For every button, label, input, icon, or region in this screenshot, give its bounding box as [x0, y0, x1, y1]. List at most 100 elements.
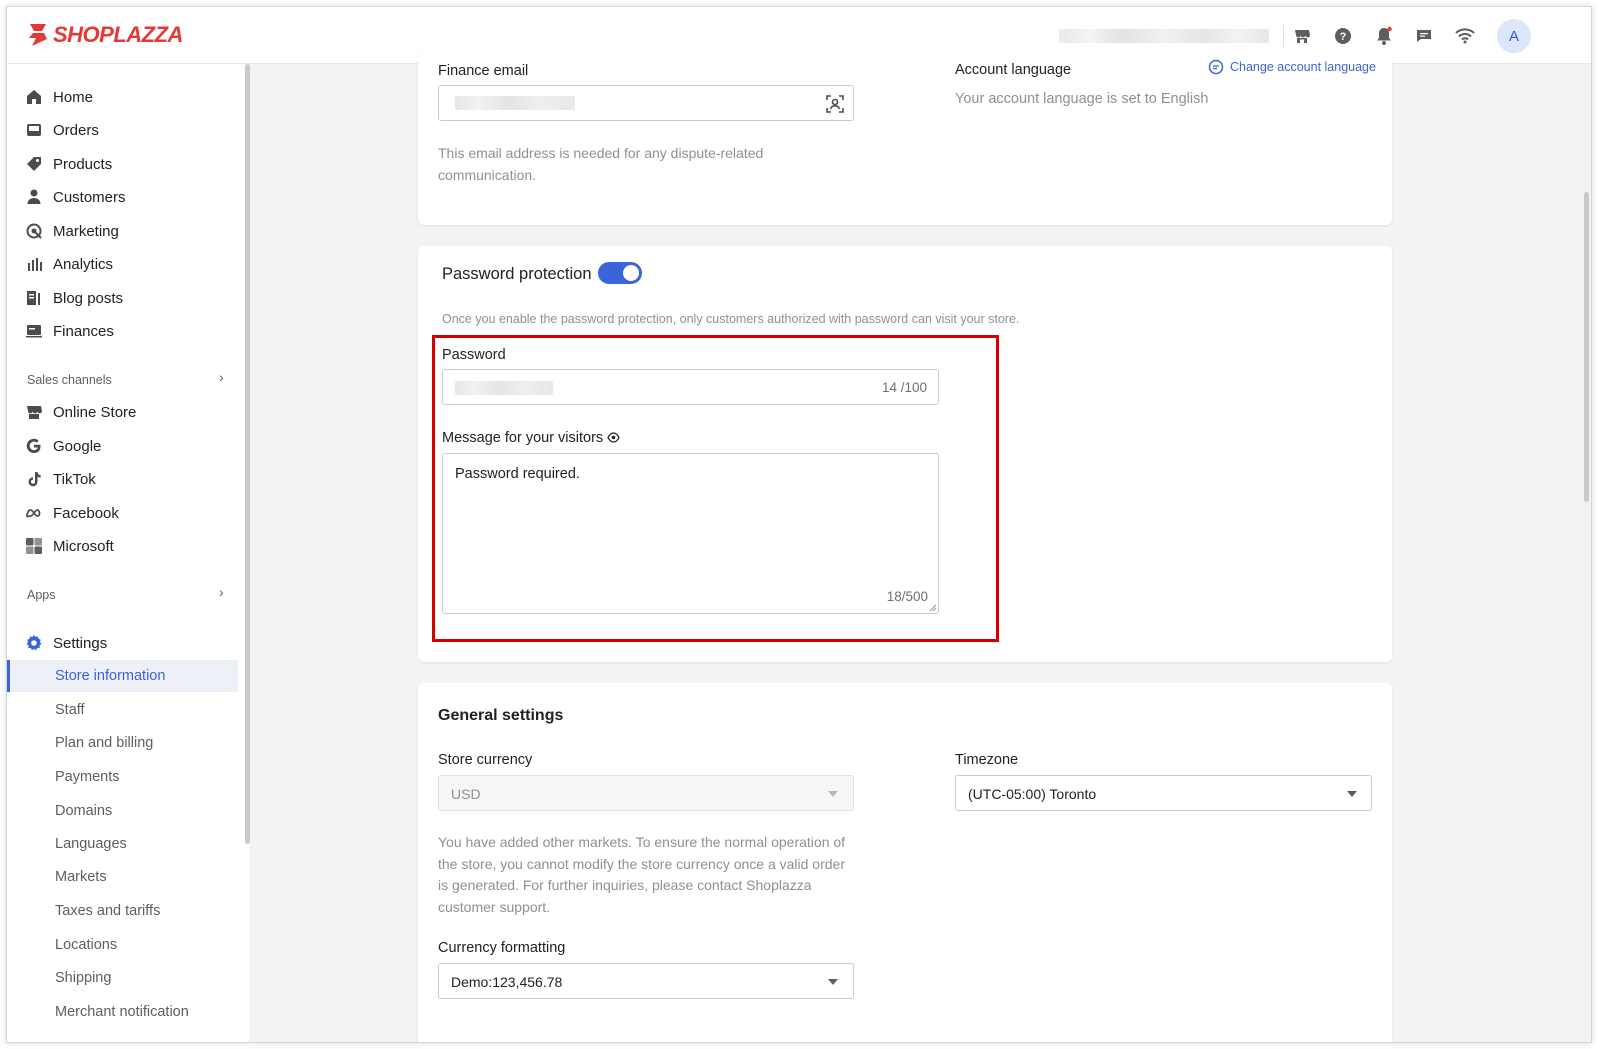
sidebar-item-home[interactable]: Home — [25, 82, 93, 112]
settings-item-shipping[interactable]: Shipping — [55, 970, 111, 986]
settings-item-markets[interactable]: Markets — [55, 869, 107, 885]
settings-item-staff[interactable]: Staff — [55, 702, 85, 718]
sidebar-item-orders[interactable]: Orders — [25, 115, 99, 145]
timezone-select[interactable]: (UTC-05:00) Toronto — [955, 775, 1372, 811]
sidebar-item-products[interactable]: Products — [25, 149, 112, 179]
store-icon — [27, 406, 42, 419]
visitor-message-textarea[interactable]: Password required. 18/500 — [442, 453, 939, 614]
sidebar-item-settings[interactable]: Settings — [25, 628, 107, 658]
visitor-message-label: Message for your visitors — [442, 430, 620, 446]
sidebar-item-customers[interactable]: Customers — [25, 182, 126, 212]
currency-formatting-value: Demo:123,456.78 — [451, 974, 563, 990]
sidebar-item-facebook[interactable]: Facebook — [25, 498, 119, 528]
wifi-icon[interactable] — [1454, 25, 1476, 47]
password-protection-title: Password protection — [442, 265, 592, 283]
settings-item-locations[interactable]: Locations — [55, 937, 117, 953]
sidebar-item-label: Settings — [53, 634, 108, 652]
sales-channels-heading[interactable]: Sales channels — [27, 373, 112, 387]
blog-icon — [27, 291, 40, 305]
sidebar-item-microsoft[interactable]: Microsoft — [25, 531, 114, 561]
microsoft-icon — [26, 538, 42, 554]
avatar[interactable]: A — [1497, 19, 1531, 53]
finance-email-input[interactable] — [438, 85, 854, 121]
sidebar-item-blog-posts[interactable]: Blog posts — [25, 283, 123, 313]
currency-formatting-label: Currency formatting — [438, 940, 566, 956]
settings-item-payments[interactable]: Payments — [55, 769, 119, 785]
change-language-link[interactable]: Change account language — [1208, 59, 1376, 75]
sidebar-item-label: Facebook — [53, 504, 119, 522]
sidebar-item-finances[interactable]: Finances — [25, 316, 114, 346]
store-currency-select[interactable]: USD — [438, 775, 854, 811]
store-icon[interactable] — [1291, 25, 1313, 47]
sidebar-scrollbar[interactable] — [245, 64, 250, 844]
app-window: SHOPLAZZA ? A Home Orders Products Custo… — [6, 6, 1592, 1043]
sidebar-item-label: TikTok — [53, 470, 96, 488]
sidebar-item-label: Orders — [53, 121, 99, 139]
sidebar-item-label: Home — [53, 88, 94, 106]
sidebar-item-label: Analytics — [53, 255, 114, 273]
finance-email-label: Finance email — [438, 63, 529, 79]
password-input[interactable]: 14 /100 — [442, 369, 939, 405]
timezone-value: (UTC-05:00) Toronto — [968, 786, 1097, 802]
sidebar-item-label: Marketing — [53, 222, 119, 240]
password-protection-description: Once you enable the password protection,… — [442, 312, 1020, 326]
settings-item-taxes-and-tariffs[interactable]: Taxes and tariffs — [55, 903, 160, 919]
currency-formatting-select[interactable]: Demo:123,456.78 — [438, 963, 854, 999]
account-language-label: Account language — [955, 62, 1072, 78]
tiktok-icon — [28, 472, 41, 487]
settings-item-languages[interactable]: Languages — [55, 836, 127, 852]
settings-item-merchant-notification[interactable]: Merchant notification — [55, 1004, 189, 1020]
sidebar-item-label: Products — [53, 155, 113, 173]
password-char-counter: 14 /100 — [881, 380, 927, 395]
finances-icon — [26, 325, 42, 338]
change-language-link-text: Change account language — [1230, 60, 1376, 74]
bell-icon[interactable] — [1373, 25, 1395, 47]
sidebar-item-marketing[interactable]: Marketing — [25, 216, 119, 246]
settings-item-plan-and-billing[interactable]: Plan and billing — [55, 735, 153, 751]
chevron-down-icon — [1347, 791, 1357, 797]
toggle-knob — [623, 265, 639, 281]
marketing-icon — [26, 223, 42, 239]
contact-scan-icon[interactable] — [825, 94, 845, 114]
message-char-counter: 18/500 — [886, 589, 928, 604]
store-name-redacted[interactable] — [1059, 29, 1269, 43]
google-icon — [26, 438, 41, 453]
email-redacted — [455, 96, 575, 110]
shoplazza-logo-icon — [29, 24, 47, 46]
page-scrollbar[interactable] — [1584, 192, 1589, 502]
svg-text:?: ? — [1340, 31, 1347, 43]
sidebar-item-label: Google — [53, 437, 102, 455]
store-currency-label: Store currency — [438, 752, 533, 768]
chevron-right-icon[interactable]: › — [219, 584, 224, 600]
sidebar-item-google[interactable]: Google — [25, 431, 101, 461]
eye-icon[interactable] — [607, 432, 620, 443]
sidebar-item-label: Finances — [53, 322, 114, 340]
sidebar-item-online-store[interactable]: Online Store — [25, 397, 136, 427]
topbar-divider — [1283, 25, 1284, 47]
visitor-message-value: Password required. — [455, 466, 580, 482]
password-protection-toggle[interactable] — [598, 262, 642, 284]
orders-icon — [27, 124, 41, 136]
visitor-message-label-text: Message for your visitors — [442, 430, 604, 446]
password-label: Password — [442, 347, 506, 363]
resize-handle-icon[interactable] — [929, 604, 937, 612]
timezone-label: Timezone — [955, 752, 1019, 768]
shoplazza-logo[interactable]: SHOPLAZZA — [27, 22, 183, 48]
help-icon[interactable]: ? — [1332, 25, 1354, 47]
sidebar-item-tiktok[interactable]: TikTok — [25, 464, 96, 494]
general-settings-title: General settings — [438, 707, 564, 724]
settings-item-domains[interactable]: Domains — [55, 803, 112, 819]
sidebar-item-label: Microsoft — [53, 537, 114, 555]
chat-icon[interactable] — [1413, 25, 1435, 47]
meta-icon — [26, 509, 41, 518]
sidebar-item-analytics[interactable]: Analytics — [25, 249, 113, 279]
chevron-down-icon — [828, 979, 838, 985]
store-currency-help: You have added other markets. To ensure … — [438, 834, 846, 915]
apps-heading[interactable]: Apps — [27, 588, 56, 602]
person-icon — [27, 189, 41, 204]
brand-name: SHOPLAZZA — [53, 22, 183, 47]
settings-item-store-information[interactable]: Store information — [55, 668, 165, 684]
sidebar-item-label: Blog posts — [53, 289, 124, 307]
chevron-right-icon[interactable]: › — [219, 369, 224, 385]
sidebar-item-label: Online Store — [53, 403, 137, 421]
